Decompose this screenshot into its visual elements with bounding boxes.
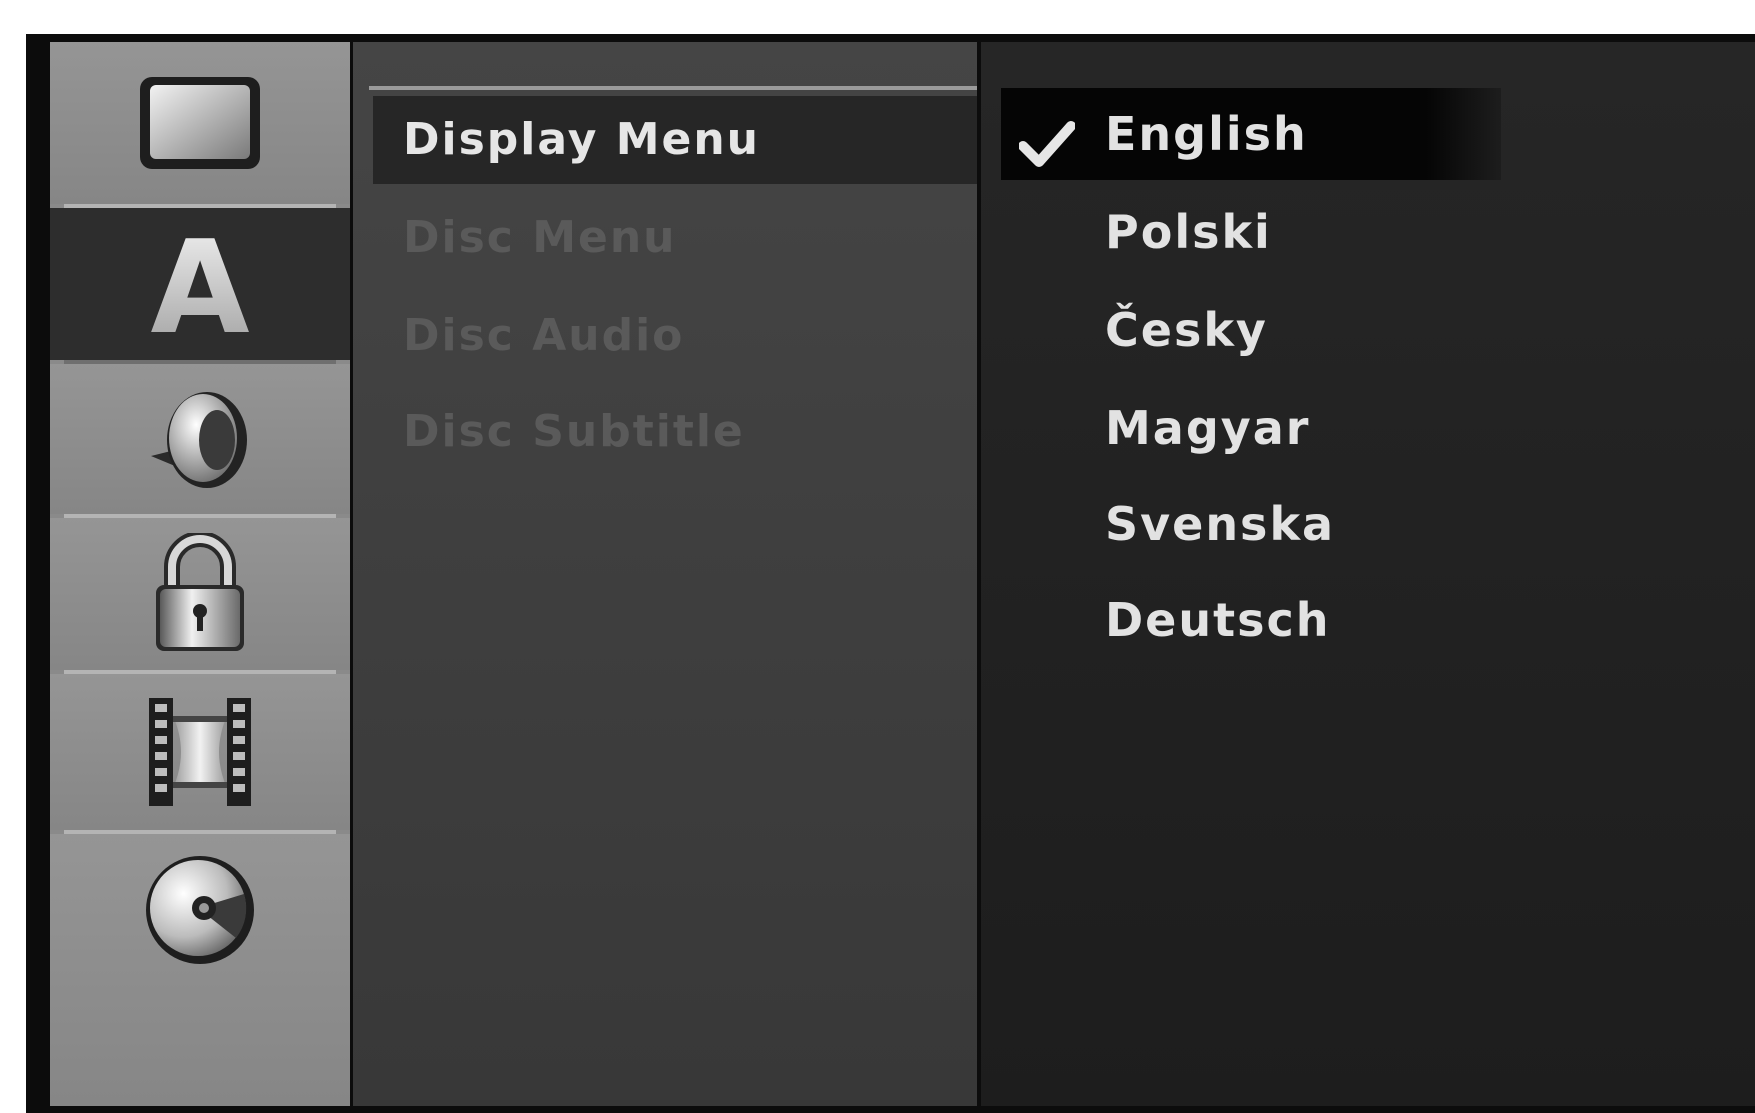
language-option-deutsch[interactable]: Deutsch [1001,574,1501,666]
padlock-icon [150,533,250,655]
menu-item-disc-menu[interactable]: Disc Menu [373,194,977,282]
tv-screen-icon [138,75,262,171]
menu-item-disc-audio[interactable]: Disc Audio [373,292,977,380]
language-option-magyar[interactable]: Magyar [1001,382,1501,474]
category-sidebar: A [50,42,350,1106]
film-strip-icon [145,694,255,810]
menu-item-display-menu[interactable]: Display Menu [373,96,977,184]
language-option-english[interactable]: English [1001,88,1501,180]
language-label: Deutsch [1105,593,1331,647]
disc-icon [144,854,256,966]
sidebar-item-audio[interactable] [50,364,350,514]
checkmark-icon [1018,108,1076,167]
language-label: Magyar [1105,401,1311,455]
speaker-icon [145,386,255,492]
sidebar-item-disc[interactable] [50,834,350,1106]
sidebar-item-display[interactable] [50,42,350,204]
sidebar-item-language[interactable]: A [50,208,350,360]
language-option-svenska[interactable]: Svenska [1001,478,1501,570]
menu-item-disc-subtitle[interactable]: Disc Subtitle [373,388,977,476]
sidebar-item-lock[interactable] [50,518,350,670]
language-label: Svenska [1105,497,1336,551]
panel-divider [369,86,977,90]
setup-options-panel: Display Menu Disc Menu Disc Audio Disc S… [353,42,977,1106]
language-option-polski[interactable]: Polski [1001,186,1501,278]
language-options-panel: English Polski Česky Magyar Svenska Deut… [981,42,1755,1106]
language-label: Polski [1105,205,1272,259]
language-label: English [1105,107,1308,161]
sidebar-item-recording[interactable] [50,674,350,830]
setup-menu-screen: A Display Menu Disc Menu Disc Audio Disc… [26,34,1755,1113]
letter-a-icon: A [145,228,255,340]
svg-text:A: A [150,228,249,340]
language-option-cesky[interactable]: Česky [1001,284,1501,376]
language-label: Česky [1105,303,1268,357]
